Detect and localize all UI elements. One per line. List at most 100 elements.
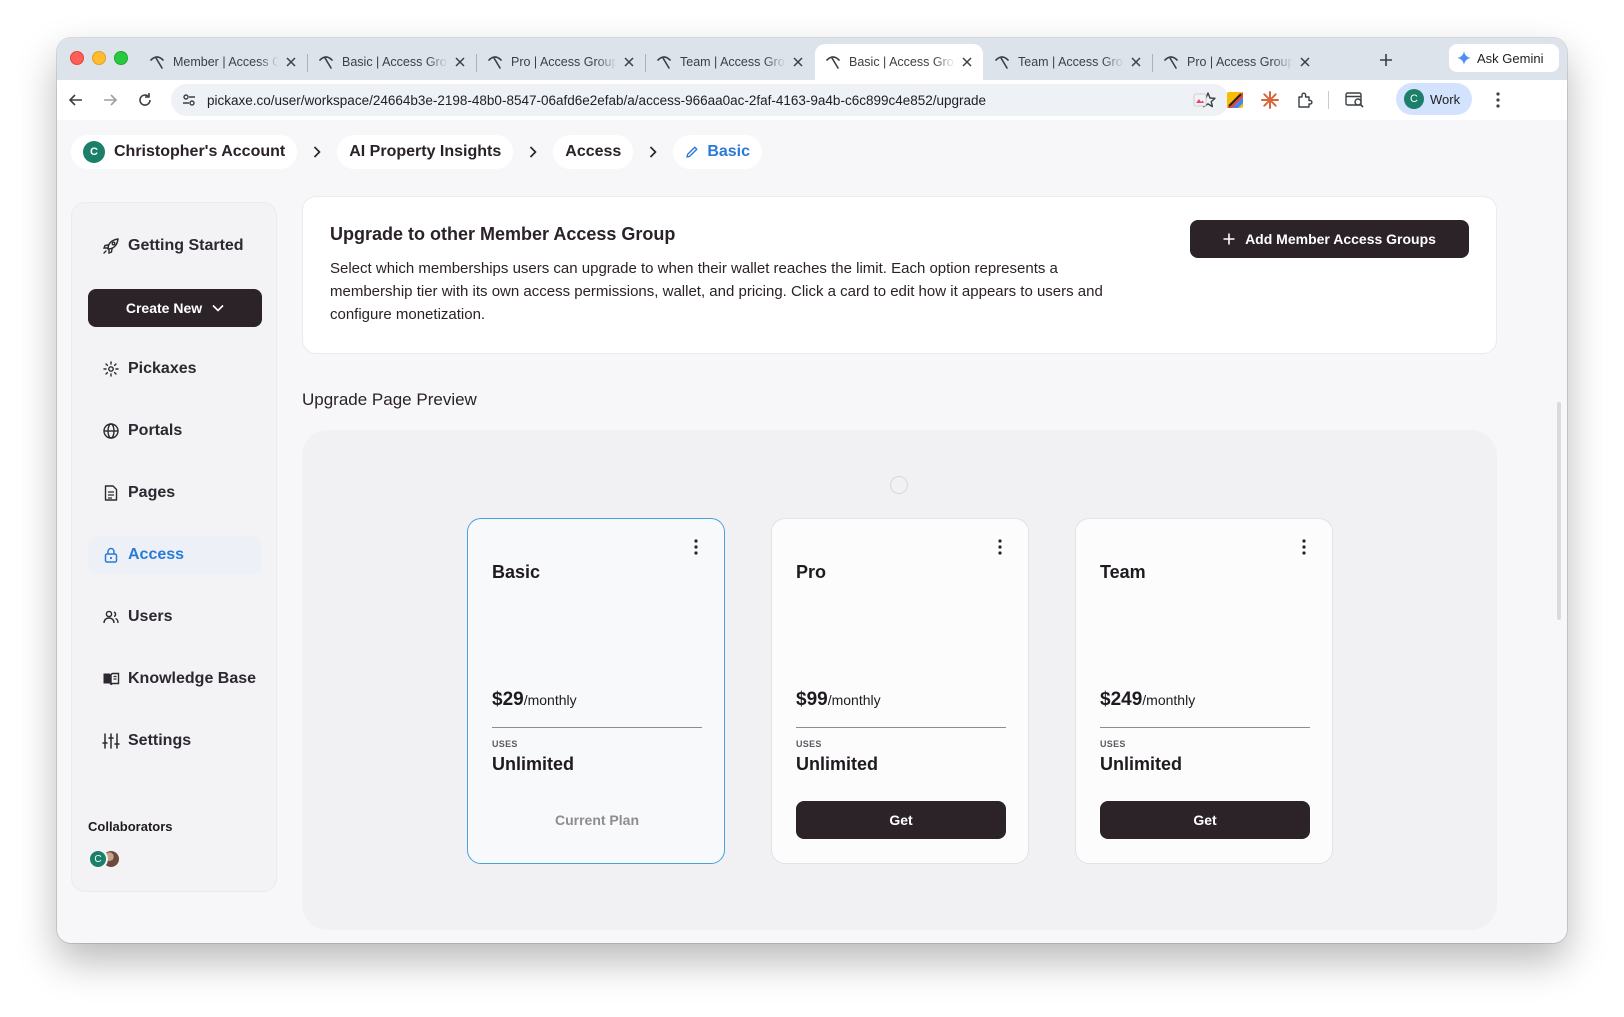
ask-gemini-button[interactable]: Ask Gemini bbox=[1449, 44, 1559, 72]
plan-card-basic[interactable]: Basic $29/monthly USES Unlimited Current… bbox=[467, 518, 725, 864]
plan-divider bbox=[492, 727, 702, 728]
address-bar[interactable]: pickaxe.co/user/workspace/24664b3e-2198-… bbox=[171, 84, 1229, 116]
plan-price: $99/monthly bbox=[796, 689, 881, 711]
plan-name: Team bbox=[1100, 562, 1146, 582]
breadcrumb-label: Christopher's Account bbox=[114, 143, 286, 160]
sidebar-item-label: Users bbox=[128, 608, 173, 625]
plan-uses-label: USES bbox=[1100, 739, 1126, 749]
extension-image-icon[interactable] bbox=[1189, 89, 1211, 111]
tab-close-icon[interactable] bbox=[452, 54, 468, 70]
forward-button[interactable] bbox=[98, 88, 122, 112]
plan-menu-button[interactable] bbox=[990, 537, 1010, 557]
sidebar-item-label: Knowledge Base bbox=[128, 670, 257, 687]
browser-tab[interactable]: Team | Access Group bbox=[984, 44, 1152, 80]
arrow-left-icon bbox=[68, 94, 82, 106]
pickaxe-favicon-icon bbox=[826, 56, 840, 69]
page-scrollbar[interactable] bbox=[1557, 402, 1561, 620]
sidebar-item-label: Settings bbox=[128, 732, 192, 749]
tab-close-icon[interactable] bbox=[1128, 54, 1144, 70]
account-avatar: C bbox=[83, 141, 105, 163]
sidebar-item-label: Pickaxes bbox=[128, 360, 197, 377]
plus-icon bbox=[1223, 233, 1235, 245]
browser-tab[interactable]: Pro | Access Group bbox=[477, 44, 645, 80]
browser-toolbar: pickaxe.co/user/workspace/24664b3e-2198-… bbox=[57, 80, 1567, 120]
tab-close-icon[interactable] bbox=[959, 54, 975, 70]
plan-card-pro[interactable]: Pro $99/monthly USES Unlimited Get bbox=[771, 518, 1029, 864]
tab-close-icon[interactable] bbox=[790, 54, 806, 70]
upgrade-description: Select which memberships users can upgra… bbox=[330, 260, 1103, 323]
extension-color-picker-icon[interactable] bbox=[1224, 89, 1246, 111]
tab-title: Pro | Access Group bbox=[511, 55, 617, 69]
maximize-window-button[interactable] bbox=[114, 51, 128, 65]
site-settings-icon[interactable] bbox=[181, 92, 197, 108]
profile-button[interactable]: C Work bbox=[1396, 83, 1472, 115]
chevron-right-icon bbox=[633, 146, 673, 158]
sidebar-item-access[interactable]: Access bbox=[88, 536, 262, 574]
breadcrumb-account[interactable]: C Christopher's Account bbox=[71, 135, 298, 169]
browser-tab-active[interactable]: Basic | Access Group bbox=[815, 44, 983, 80]
tab-title: Basic | Access Group bbox=[342, 55, 448, 69]
browser-tab[interactable]: Pro | Access Group bbox=[1153, 44, 1321, 80]
more-vertical-icon bbox=[1496, 92, 1500, 108]
sidebar-item-knowledge-base[interactable]: Knowledge Base bbox=[88, 660, 262, 698]
tab-title: Member | Access Groups bbox=[173, 55, 279, 69]
tab-close-icon[interactable] bbox=[1297, 54, 1313, 70]
plan-name: Pro bbox=[796, 562, 827, 582]
extensions-puzzle-icon[interactable] bbox=[1294, 89, 1316, 111]
breadcrumb-project[interactable]: AI Property Insights bbox=[337, 135, 514, 169]
collaborator-avatar[interactable]: C bbox=[88, 849, 108, 869]
breadcrumb-access[interactable]: Access bbox=[553, 135, 634, 169]
back-button[interactable] bbox=[64, 88, 88, 112]
pickaxe-favicon-icon bbox=[488, 56, 502, 69]
extension-claude-icon[interactable] bbox=[1259, 89, 1281, 111]
sidebar-item-users[interactable]: Users bbox=[88, 598, 262, 636]
add-button-label: Add Member Access Groups bbox=[1245, 231, 1436, 247]
plan-price-amount: $99 bbox=[796, 689, 828, 710]
more-vertical-icon bbox=[694, 539, 698, 555]
sidebar-item-pickaxes[interactable]: Pickaxes bbox=[88, 350, 262, 388]
browser-tab[interactable]: Member | Access Groups bbox=[139, 44, 307, 80]
reload-button[interactable] bbox=[133, 88, 157, 112]
upgrade-page-preview: Basic $29/monthly USES Unlimited Current… bbox=[302, 430, 1497, 930]
ask-gemini-label: Ask Gemini bbox=[1477, 50, 1544, 66]
sidebar-item-portals[interactable]: Portals bbox=[88, 412, 262, 450]
browser-tab[interactable]: Team | Access Group bbox=[646, 44, 814, 80]
get-plan-button[interactable]: Get bbox=[796, 801, 1006, 839]
minimize-window-button[interactable] bbox=[92, 51, 106, 65]
add-member-access-groups-button[interactable]: Add Member Access Groups bbox=[1190, 220, 1469, 258]
plan-uses-label: USES bbox=[796, 739, 822, 749]
plan-menu-button[interactable] bbox=[1294, 537, 1314, 557]
chevron-right-icon bbox=[513, 146, 553, 158]
breadcrumb-current[interactable]: Basic bbox=[673, 135, 763, 169]
sidebar-item-getting-started[interactable]: Getting Started bbox=[88, 227, 262, 265]
sidebar-item-label: Access bbox=[128, 546, 185, 563]
plan-menu-button[interactable] bbox=[686, 537, 706, 557]
arrow-right-icon bbox=[104, 94, 118, 106]
loading-spinner bbox=[890, 476, 908, 494]
breadcrumb-label: AI Property Insights bbox=[349, 143, 502, 160]
tab-search-icon[interactable] bbox=[1344, 89, 1366, 111]
profile-avatar: C bbox=[1404, 89, 1424, 109]
tab-close-icon[interactable] bbox=[283, 54, 299, 70]
new-tab-button[interactable] bbox=[1374, 48, 1398, 72]
get-plan-button[interactable]: Get bbox=[1100, 801, 1310, 839]
browser-tab[interactable]: Basic | Access Group bbox=[308, 44, 476, 80]
plan-price-period: /monthly bbox=[827, 692, 881, 708]
plan-divider bbox=[1100, 727, 1310, 728]
sidebar-item-settings[interactable]: Settings bbox=[88, 722, 262, 760]
sidebar-item-pages[interactable]: Pages bbox=[88, 474, 262, 512]
plan-price-period: /monthly bbox=[523, 692, 577, 708]
sidebar: Getting Started Create New Pickaxes Port… bbox=[71, 202, 277, 892]
create-new-button[interactable]: Create New bbox=[88, 289, 262, 327]
browser-window: Member | Access Groups Basic | Access Gr… bbox=[57, 38, 1567, 943]
plan-uses-value: Unlimited bbox=[796, 754, 879, 774]
collaborators-list[interactable]: C bbox=[88, 849, 121, 871]
profile-label: Work bbox=[1430, 91, 1461, 107]
plan-card-team[interactable]: Team $249/monthly USES Unlimited Get bbox=[1075, 518, 1333, 864]
plan-uses-value: Unlimited bbox=[492, 754, 575, 774]
browser-menu-button[interactable] bbox=[1487, 89, 1509, 111]
close-window-button[interactable] bbox=[70, 51, 84, 65]
book-icon bbox=[103, 672, 120, 686]
page-content: C Christopher's Account AI Property Insi… bbox=[57, 120, 1567, 943]
tab-close-icon[interactable] bbox=[621, 54, 637, 70]
